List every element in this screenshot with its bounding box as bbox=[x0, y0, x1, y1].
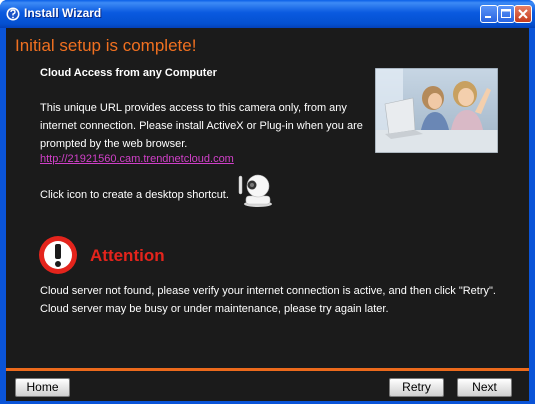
maximize-button[interactable] bbox=[497, 5, 515, 23]
cloud-url-link[interactable]: http://21921560.cam.trendnetcloud.com bbox=[40, 153, 234, 165]
close-icon bbox=[518, 9, 528, 19]
window-title: Install Wizard bbox=[24, 6, 102, 20]
title-bar[interactable]: Install Wizard bbox=[0, 0, 535, 28]
minimize-button[interactable] bbox=[480, 5, 498, 23]
camera-icon[interactable] bbox=[238, 170, 274, 208]
error-message-line1: Cloud server not found, please verify yo… bbox=[40, 285, 496, 297]
minimize-icon bbox=[485, 16, 491, 18]
description-text: This unique URL provides access to this … bbox=[40, 102, 363, 150]
next-button[interactable]: Next bbox=[457, 378, 512, 397]
shortcut-instruction: Click icon to create a desktop shortcut. bbox=[40, 189, 229, 201]
close-button[interactable] bbox=[514, 5, 532, 23]
wizard-icon bbox=[6, 7, 20, 21]
page-title: Initial setup is complete! bbox=[15, 36, 197, 55]
footer-bar: Home Retry Next bbox=[6, 371, 529, 401]
photo-illustration bbox=[375, 68, 498, 153]
error-message-line2: Cloud server may be busy or under mainte… bbox=[40, 303, 389, 315]
maximize-icon bbox=[501, 9, 511, 18]
retry-button[interactable]: Retry bbox=[389, 378, 444, 397]
home-button[interactable]: Home bbox=[15, 378, 70, 397]
warning-icon bbox=[39, 236, 77, 274]
attention-label: Attention bbox=[90, 246, 165, 265]
section-subheading: Cloud Access from any Computer bbox=[40, 67, 217, 79]
wizard-content: Initial setup is complete! Cloud Access … bbox=[6, 28, 529, 368]
